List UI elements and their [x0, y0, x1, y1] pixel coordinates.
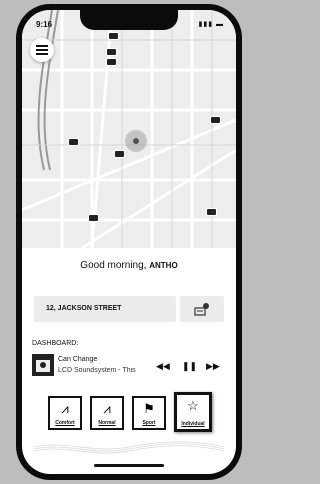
flag-icon: ⚑	[143, 401, 155, 416]
pause-icon: ❚❚	[182, 361, 198, 371]
mode-label: Normal	[98, 420, 116, 426]
car-marker	[114, 150, 125, 158]
mode-individual-button[interactable]: ☆ Individual	[174, 392, 212, 432]
next-track-button[interactable]: ▶▶	[206, 361, 220, 372]
status-icons: ▮▮▮ ▬	[198, 20, 224, 28]
map-view[interactable]: 9:16 ▮▮▮ ▬	[22, 10, 236, 248]
track-title: Can Change	[58, 356, 98, 363]
current-location-marker	[125, 130, 147, 152]
dashboard-label: DASHBOARD:	[32, 340, 79, 347]
battery-icon: ▬	[216, 21, 224, 28]
car-marker	[88, 214, 99, 222]
car-marker	[108, 32, 119, 40]
phone-frame: 9:16 ▮▮▮ ▬ Good morning, ANTHO 12, JACKS…	[16, 4, 242, 480]
home-indicator[interactable]	[94, 464, 164, 467]
track-artist: LCD Soundsystem - This	[58, 367, 136, 374]
road-icon: ⩘	[103, 401, 111, 416]
route-button[interactable]	[180, 296, 224, 322]
destination-field[interactable]: 12, JACKSON STREET	[34, 296, 176, 322]
car-marker	[210, 116, 221, 124]
next-icon: ▶▶	[206, 361, 220, 371]
mode-label: Sport	[142, 420, 156, 426]
album-art	[32, 354, 54, 376]
route-map-icon	[194, 303, 209, 316]
star-road-icon: ☆	[187, 398, 199, 413]
mode-comfort-button[interactable]: ⩘ Comfort	[48, 396, 82, 430]
pause-button[interactable]: ❚❚	[182, 361, 197, 372]
road-icon: ⩘	[61, 401, 69, 416]
menu-button[interactable]	[30, 38, 54, 62]
car-marker	[106, 58, 117, 66]
car-marker	[206, 208, 217, 216]
greeting-text: Good morning,	[80, 260, 147, 271]
decorative-wave	[34, 441, 224, 454]
status-time: 9:16	[36, 20, 53, 29]
notch	[80, 10, 178, 30]
previous-track-button[interactable]: ◀◀	[156, 361, 170, 372]
mode-normal-button[interactable]: ⩘ Normal	[90, 396, 124, 430]
greeting: Good morning, ANTHO	[22, 260, 236, 271]
car-marker	[106, 48, 117, 56]
previous-icon: ◀◀	[156, 361, 170, 371]
user-name: ANTHO	[149, 261, 178, 270]
hamburger-icon	[36, 45, 48, 55]
drive-mode-selector: ⩘ Comfort ⩘ Normal ⚑ Sport ☆ Individual	[48, 392, 216, 434]
car-marker	[68, 138, 79, 146]
app-screen: 9:16 ▮▮▮ ▬ Good morning, ANTHO 12, JACKS…	[22, 10, 236, 474]
mode-label: Individual	[181, 421, 205, 427]
map-roads	[22, 10, 236, 248]
signal-icon: ▮▮▮	[198, 21, 214, 28]
mode-label: Comfort	[55, 420, 75, 426]
destination-address: 12, JACKSON STREET	[46, 305, 122, 312]
mode-sport-button[interactable]: ⚑ Sport	[132, 396, 166, 430]
